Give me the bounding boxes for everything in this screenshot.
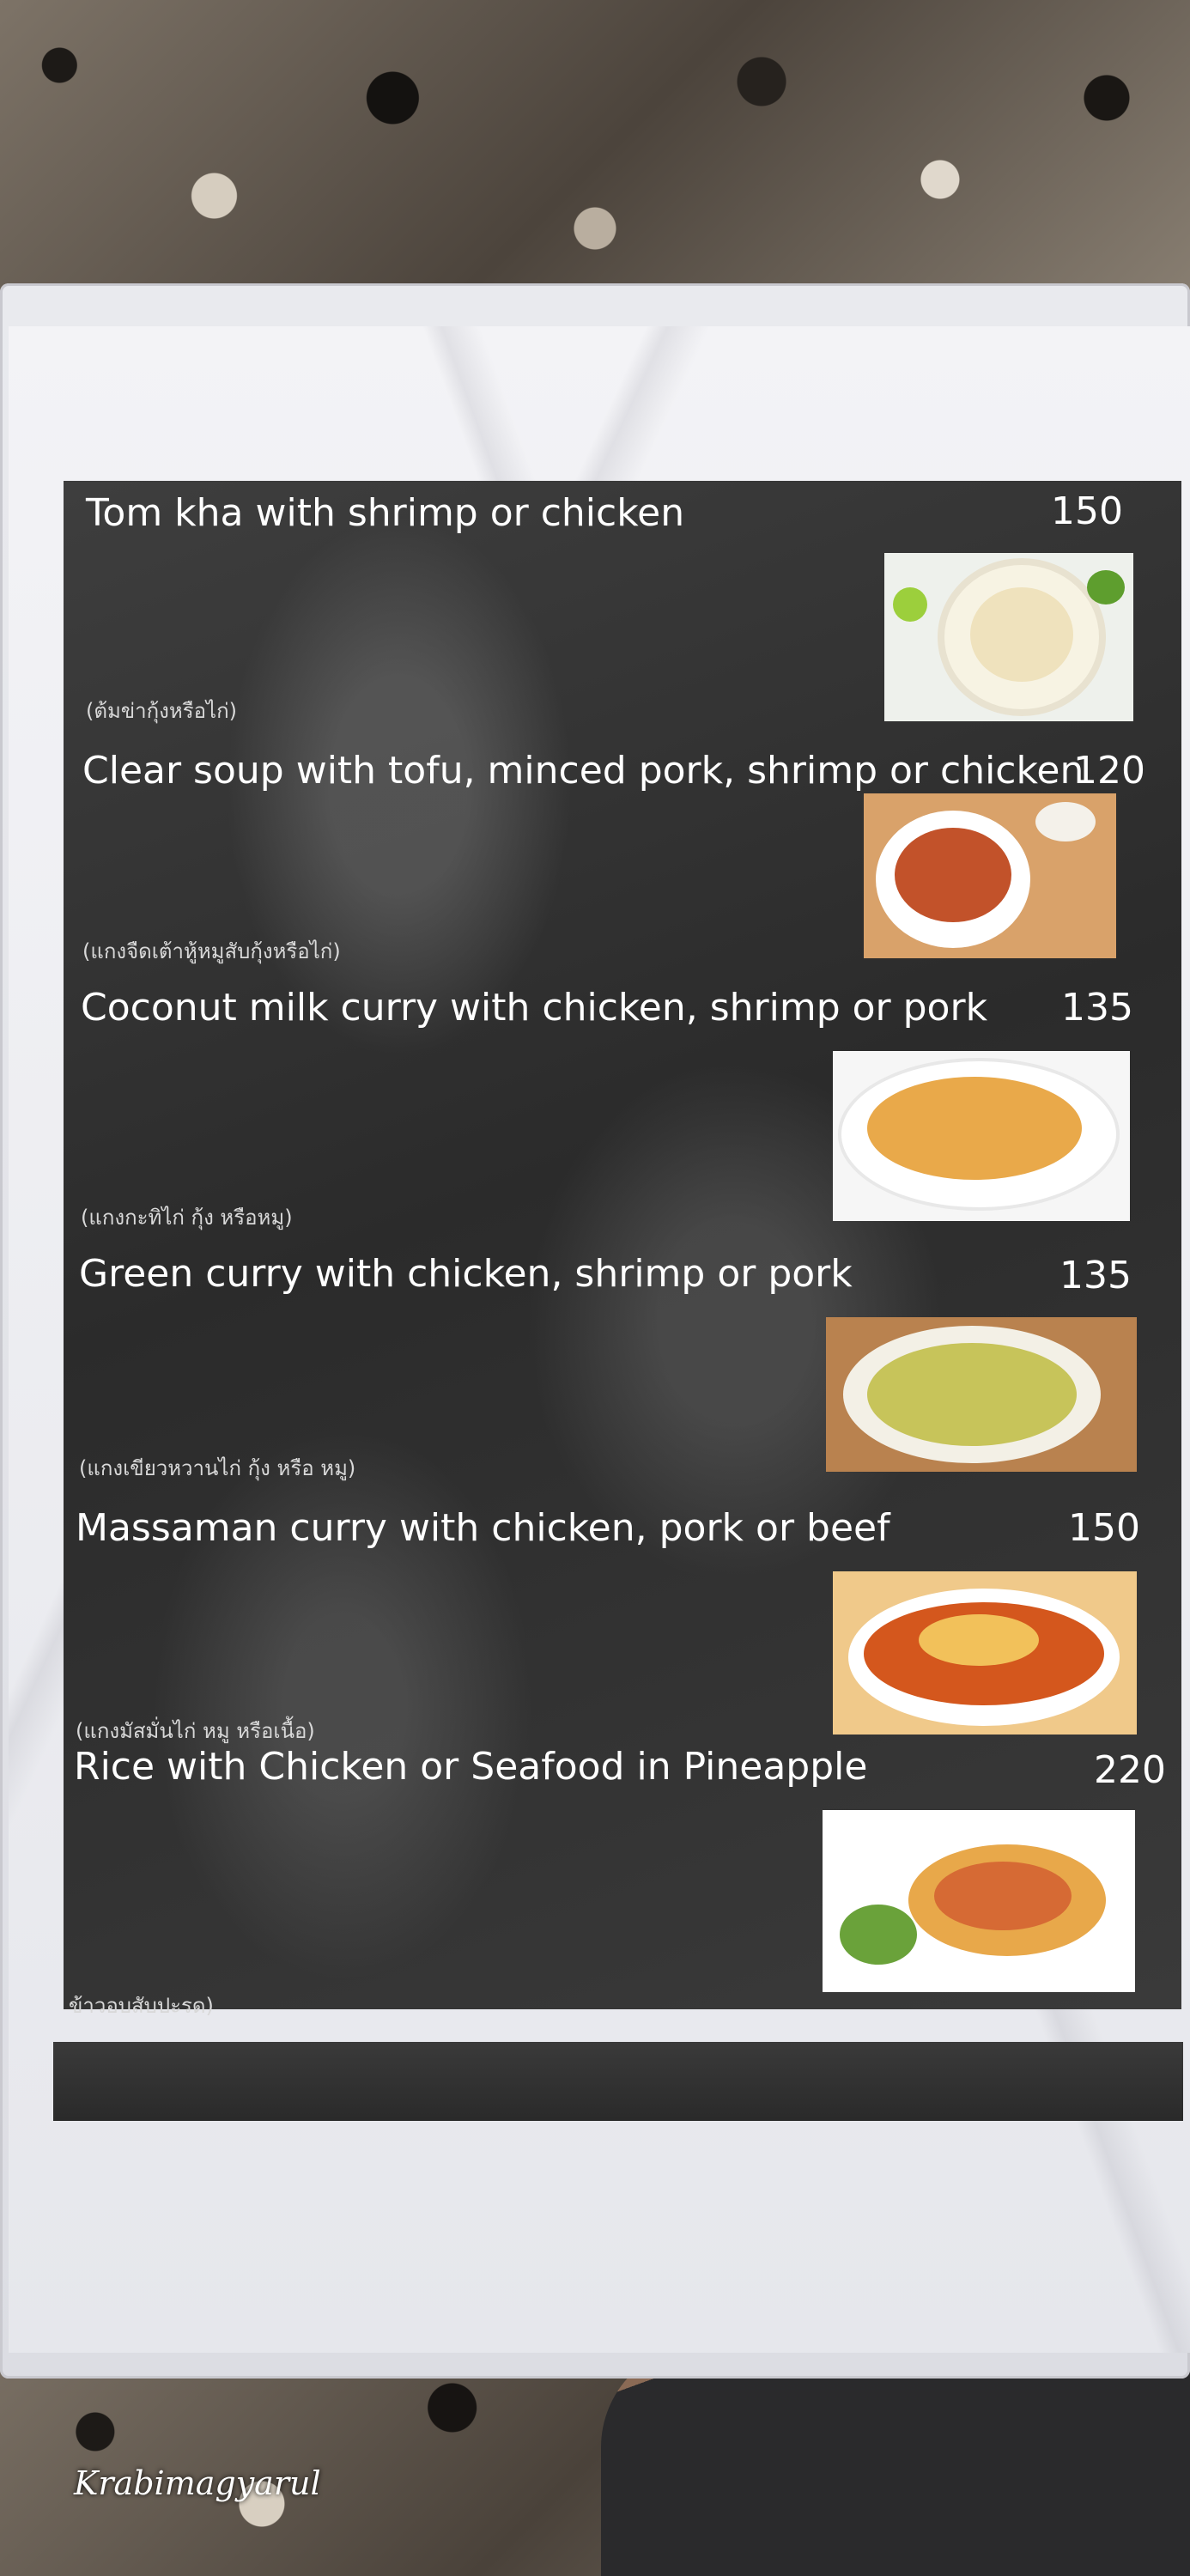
menu-item-thai: (แกงมัสมั่นไก่ หมู หรือเนื้อ) bbox=[76, 1719, 315, 1743]
soup-bowl-photo bbox=[884, 553, 1133, 721]
menu-item-price: 135 bbox=[1059, 1254, 1132, 1297]
menu-item-title: Massaman curry with chicken, pork or bee… bbox=[76, 1506, 890, 1550]
menu-item-price: 150 bbox=[1068, 1506, 1140, 1550]
menu-item-thai: ข้าวอบสับปะรด) bbox=[69, 1994, 214, 2018]
menu-item-thai: (แกงจืดเต้าหู้หมูสับกุ้งหรือไก่) bbox=[82, 939, 341, 963]
person-shoulder bbox=[601, 2344, 1190, 2576]
menu-item-title: Green curry with chicken, shrimp or pork bbox=[79, 1252, 853, 1296]
menu-item-price: 220 bbox=[1094, 1748, 1166, 1792]
granite-countertop bbox=[0, 0, 1190, 326]
menu-item-title: Coconut milk curry with chicken, shrimp … bbox=[81, 986, 988, 1030]
green-curry-photo bbox=[826, 1317, 1137, 1472]
pineapple-rice-photo bbox=[823, 1810, 1135, 1992]
menu-item-thai: (แกงกะทิไก่ กุ้ง หรือหมู) bbox=[81, 1206, 293, 1230]
menu-item-title: Rice with Chicken or Seafood in Pineappl… bbox=[74, 1745, 868, 1789]
watermark: Krabimagyarul bbox=[74, 2464, 321, 2502]
menu-item-price: 150 bbox=[1051, 489, 1123, 533]
menu-item-price: 135 bbox=[1061, 986, 1133, 1030]
menu-item-thai: (ต้มข่ากุ้งหรือไก่) bbox=[86, 699, 237, 723]
bottom-bar bbox=[53, 2042, 1183, 2121]
massaman-curry-photo bbox=[833, 1571, 1137, 1735]
clear-soup-photo bbox=[864, 793, 1116, 958]
menu-item-title: Tom kha with shrimp or chicken bbox=[86, 491, 685, 535]
menu-item-title: Clear soup with tofu, minced pork, shrim… bbox=[82, 749, 1084, 793]
coconut-curry-photo bbox=[833, 1051, 1130, 1221]
menu-item-thai: (แกงเขียวหวานไก่ กุ้ง หรือ หมู) bbox=[79, 1456, 356, 1480]
menu-item-price: 120 bbox=[1073, 749, 1145, 793]
